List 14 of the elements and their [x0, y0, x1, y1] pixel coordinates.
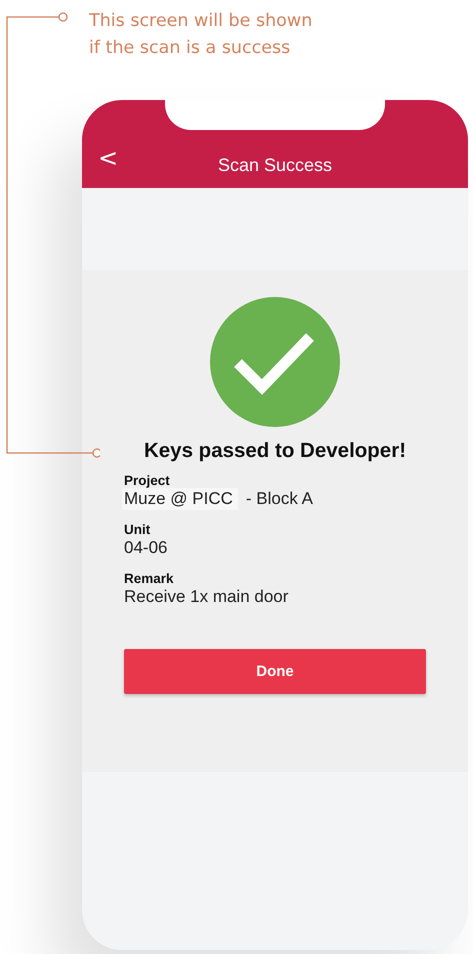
- field-label: Remark: [124, 571, 174, 586]
- field-value-suffix: - Block A: [246, 488, 313, 510]
- screen-title: Scan Success: [218, 155, 332, 176]
- back-button[interactable]: <: [94, 144, 122, 172]
- checkmark-icon: [210, 297, 340, 427]
- annotation-text: if the scan is a success: [89, 37, 290, 60]
- result-title: Keys passed to Developer!: [144, 439, 406, 463]
- field-label: Project: [124, 473, 170, 488]
- field-value: Muze @ PICC: [122, 488, 238, 510]
- field-value: Receive 1x main door: [124, 586, 288, 608]
- field-value: 04-06: [124, 537, 168, 559]
- field-label: Unit: [124, 522, 150, 537]
- done-button[interactable]: Done: [124, 649, 426, 694]
- annotation-text: This screen will be shown: [89, 10, 312, 33]
